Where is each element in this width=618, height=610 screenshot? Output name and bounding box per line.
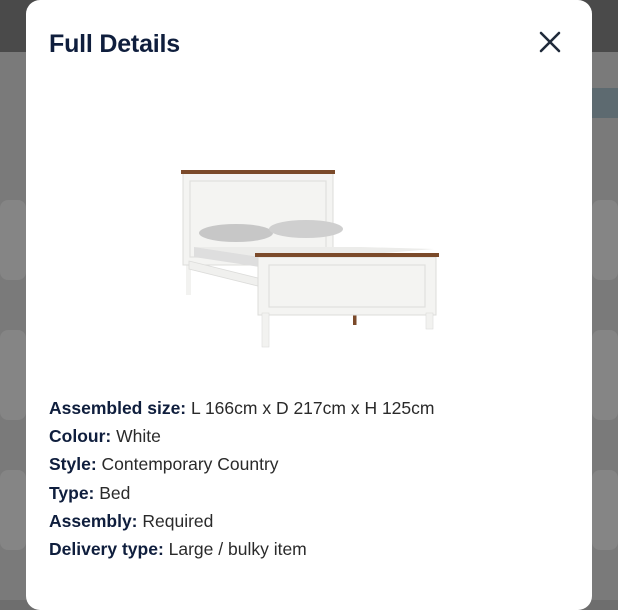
product-specs-list: Assembled size: L 166cm x D 217cm x H 12… [49,398,434,567]
spec-value: Contemporary Country [96,454,279,475]
background-card [0,200,26,280]
spec-label: Colour: [49,426,112,447]
spec-value: Large / bulky item [163,538,307,559]
product-image [181,170,439,348]
spec-type: Type: Bed [49,483,434,511]
spec-colour: Colour: White [49,426,434,454]
background-banner [592,88,618,118]
spec-assembly: Assembly: Required [49,511,434,539]
close-button[interactable] [534,26,566,58]
close-icon [539,31,561,53]
spec-value: White [111,426,161,447]
spec-value: Bed [94,482,131,503]
spec-label: Assembly: [49,510,138,531]
spec-delivery-type: Delivery type: Large / bulky item [49,539,434,567]
background-card [0,470,26,550]
spec-label: Type: [49,482,95,503]
spec-label: Style: [49,454,97,475]
spec-label: Assembled size: [49,398,187,418]
background-card [592,470,618,550]
full-details-modal: Full Details Assembled size: L 166cm x D… [26,0,592,610]
spec-assembled-size: Assembled size: L 166cm x D 217cm x H 12… [49,398,434,426]
spec-value: Required [137,510,214,531]
modal-title: Full Details [49,30,180,58]
background-card [592,330,618,420]
spec-style: Style: Contemporary Country [49,454,434,482]
background-card [0,330,26,420]
background-card [592,200,618,280]
spec-value: L 166cm x D 217cm x H 125cm [186,398,435,418]
spec-label: Delivery type: [49,538,164,559]
